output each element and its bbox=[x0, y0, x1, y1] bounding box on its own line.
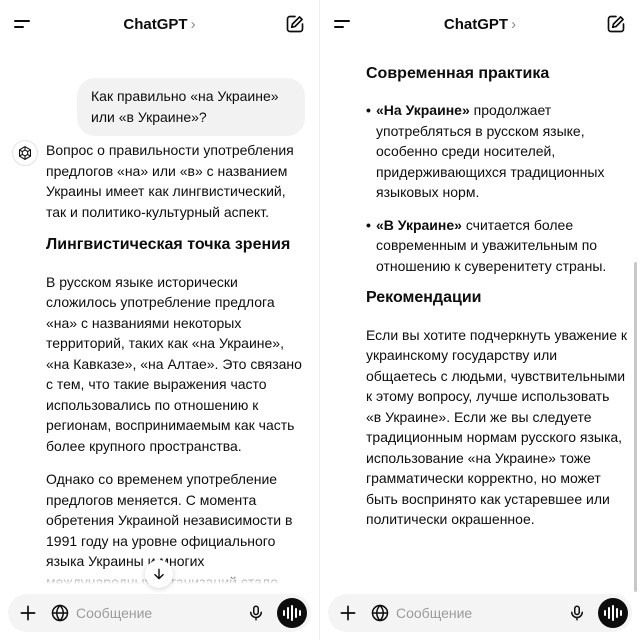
globe-icon[interactable] bbox=[50, 603, 70, 623]
section-heading-linguistic: Лингвистическая точка зрения bbox=[46, 236, 291, 253]
chevron-right-icon: › bbox=[511, 16, 517, 33]
section-heading-recommendations: Рекомендации bbox=[366, 289, 482, 306]
globe-icon[interactable] bbox=[370, 603, 390, 623]
mic-icon[interactable] bbox=[568, 603, 586, 623]
message-composer bbox=[328, 594, 632, 632]
voice-mode-button[interactable] bbox=[598, 598, 628, 628]
section1-paragraph-2: Однако со временем употребление предлого… bbox=[46, 471, 293, 584]
new-chat-icon[interactable] bbox=[606, 14, 626, 34]
app-title: ChatGPT bbox=[123, 16, 188, 33]
assistant-message-continued: Однако со временем употребление предлого… bbox=[366, 48, 628, 543]
new-chat-icon[interactable] bbox=[285, 14, 305, 34]
message-composer bbox=[8, 594, 311, 632]
chat-screen-top: ChatGPT › Как правильно «на Украине» или … bbox=[0, 0, 320, 640]
top-bar: ChatGPT › bbox=[320, 0, 640, 48]
list-item: «На Украине» продолжает употребляться в … bbox=[366, 100, 628, 203]
voice-mode-button[interactable] bbox=[277, 598, 307, 628]
mic-icon[interactable] bbox=[247, 603, 265, 623]
message-input[interactable] bbox=[396, 594, 556, 632]
message-input[interactable] bbox=[76, 594, 236, 632]
plus-icon[interactable] bbox=[18, 603, 38, 623]
assistant-intro: Вопрос о правильности употребления предл… bbox=[46, 142, 294, 220]
scroll-down-button[interactable] bbox=[145, 560, 173, 588]
conversation-area[interactable]: Однако со временем употребление предлого… bbox=[320, 48, 640, 584]
section-heading-practice: Современная практика bbox=[366, 64, 550, 82]
app-title: ChatGPT bbox=[443, 16, 509, 33]
plus-icon[interactable] bbox=[338, 603, 358, 623]
arrow-down-icon bbox=[154, 568, 164, 580]
bullet1-term: «На Украине» bbox=[376, 102, 470, 118]
section3-paragraph: Если вы хотите подчеркнуть уважение к ук… bbox=[366, 326, 628, 528]
practice-list: «На Украине» продолжает употребляться в … bbox=[366, 100, 628, 276]
top-bar: ChatGPT › bbox=[0, 0, 319, 48]
model-title-button[interactable]: ChatGPT › bbox=[0, 16, 319, 33]
model-title-button[interactable]: ChatGPT › bbox=[320, 16, 640, 33]
chevron-right-icon: › bbox=[190, 16, 196, 33]
section1-paragraph-1: В русском языке исторически сложилось уп… bbox=[46, 273, 302, 454]
conversation-area[interactable]: Как правильно «на Украине» или «в Украин… bbox=[0, 48, 319, 584]
scrollbar[interactable] bbox=[634, 262, 637, 592]
openai-logo-icon bbox=[12, 140, 38, 166]
bullet2-term: «В Украине» bbox=[376, 216, 462, 233]
assistant-message: Вопрос о правильности употребления предл… bbox=[46, 140, 308, 584]
list-item: «В Украине» считается более современным … bbox=[366, 215, 628, 277]
chat-screen-scrolled: ChatGPT› Однако со временем употребление… bbox=[320, 0, 640, 640]
screenshot-stage: ChatGPT › Как правильно «на Украине» или … bbox=[0, 0, 640, 640]
content-fade bbox=[320, 48, 640, 52]
user-message: Как правильно «на Украине» или «в Украин… bbox=[77, 78, 305, 136]
